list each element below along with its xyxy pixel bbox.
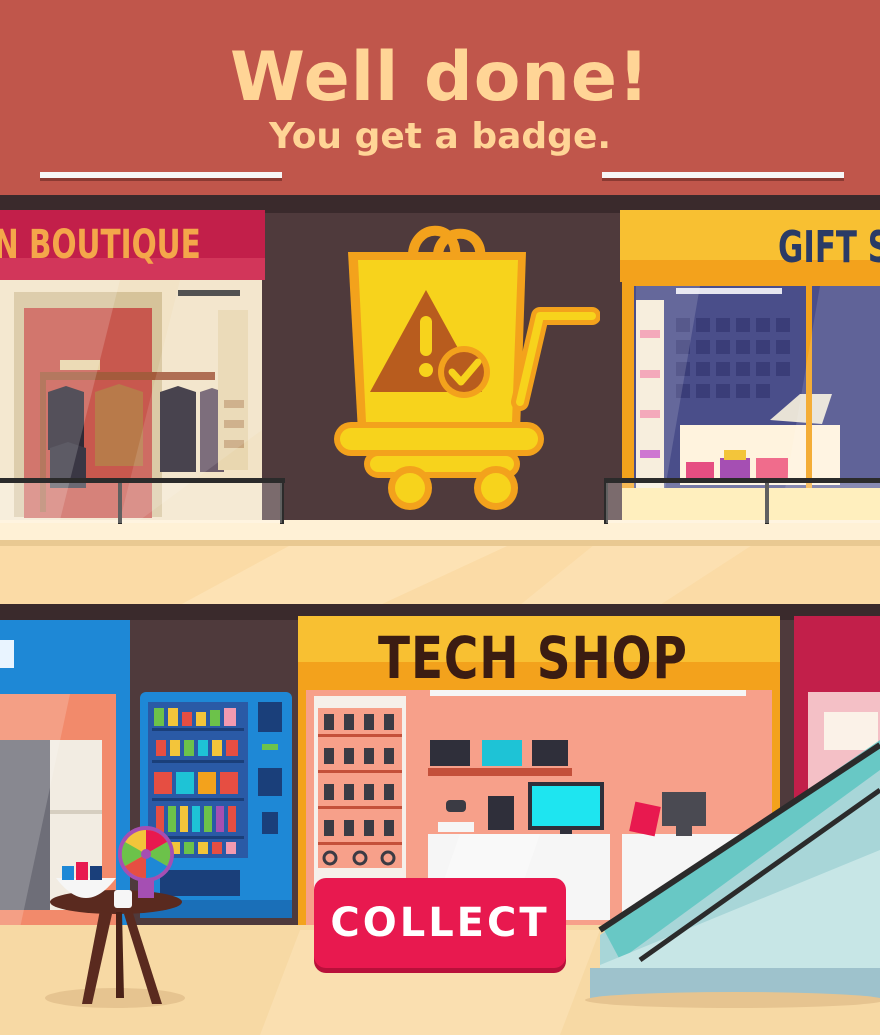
shopping-cart-warning-check-icon bbox=[334, 225, 600, 510]
gift-shop-sign: GIFT S bbox=[778, 222, 880, 273]
badge-subtitle: You get a badge. bbox=[268, 116, 612, 157]
collect-button[interactable]: COLLECT bbox=[314, 878, 566, 968]
congratulations-title: Well done! bbox=[230, 38, 650, 117]
boutique-store-sign: N BOUTIQUE bbox=[0, 222, 201, 268]
tech-shop-sign: TECH SHOP bbox=[378, 624, 688, 692]
mall-scene: Well done! You get a badge. N BOUTIQUE G… bbox=[0, 0, 880, 1035]
